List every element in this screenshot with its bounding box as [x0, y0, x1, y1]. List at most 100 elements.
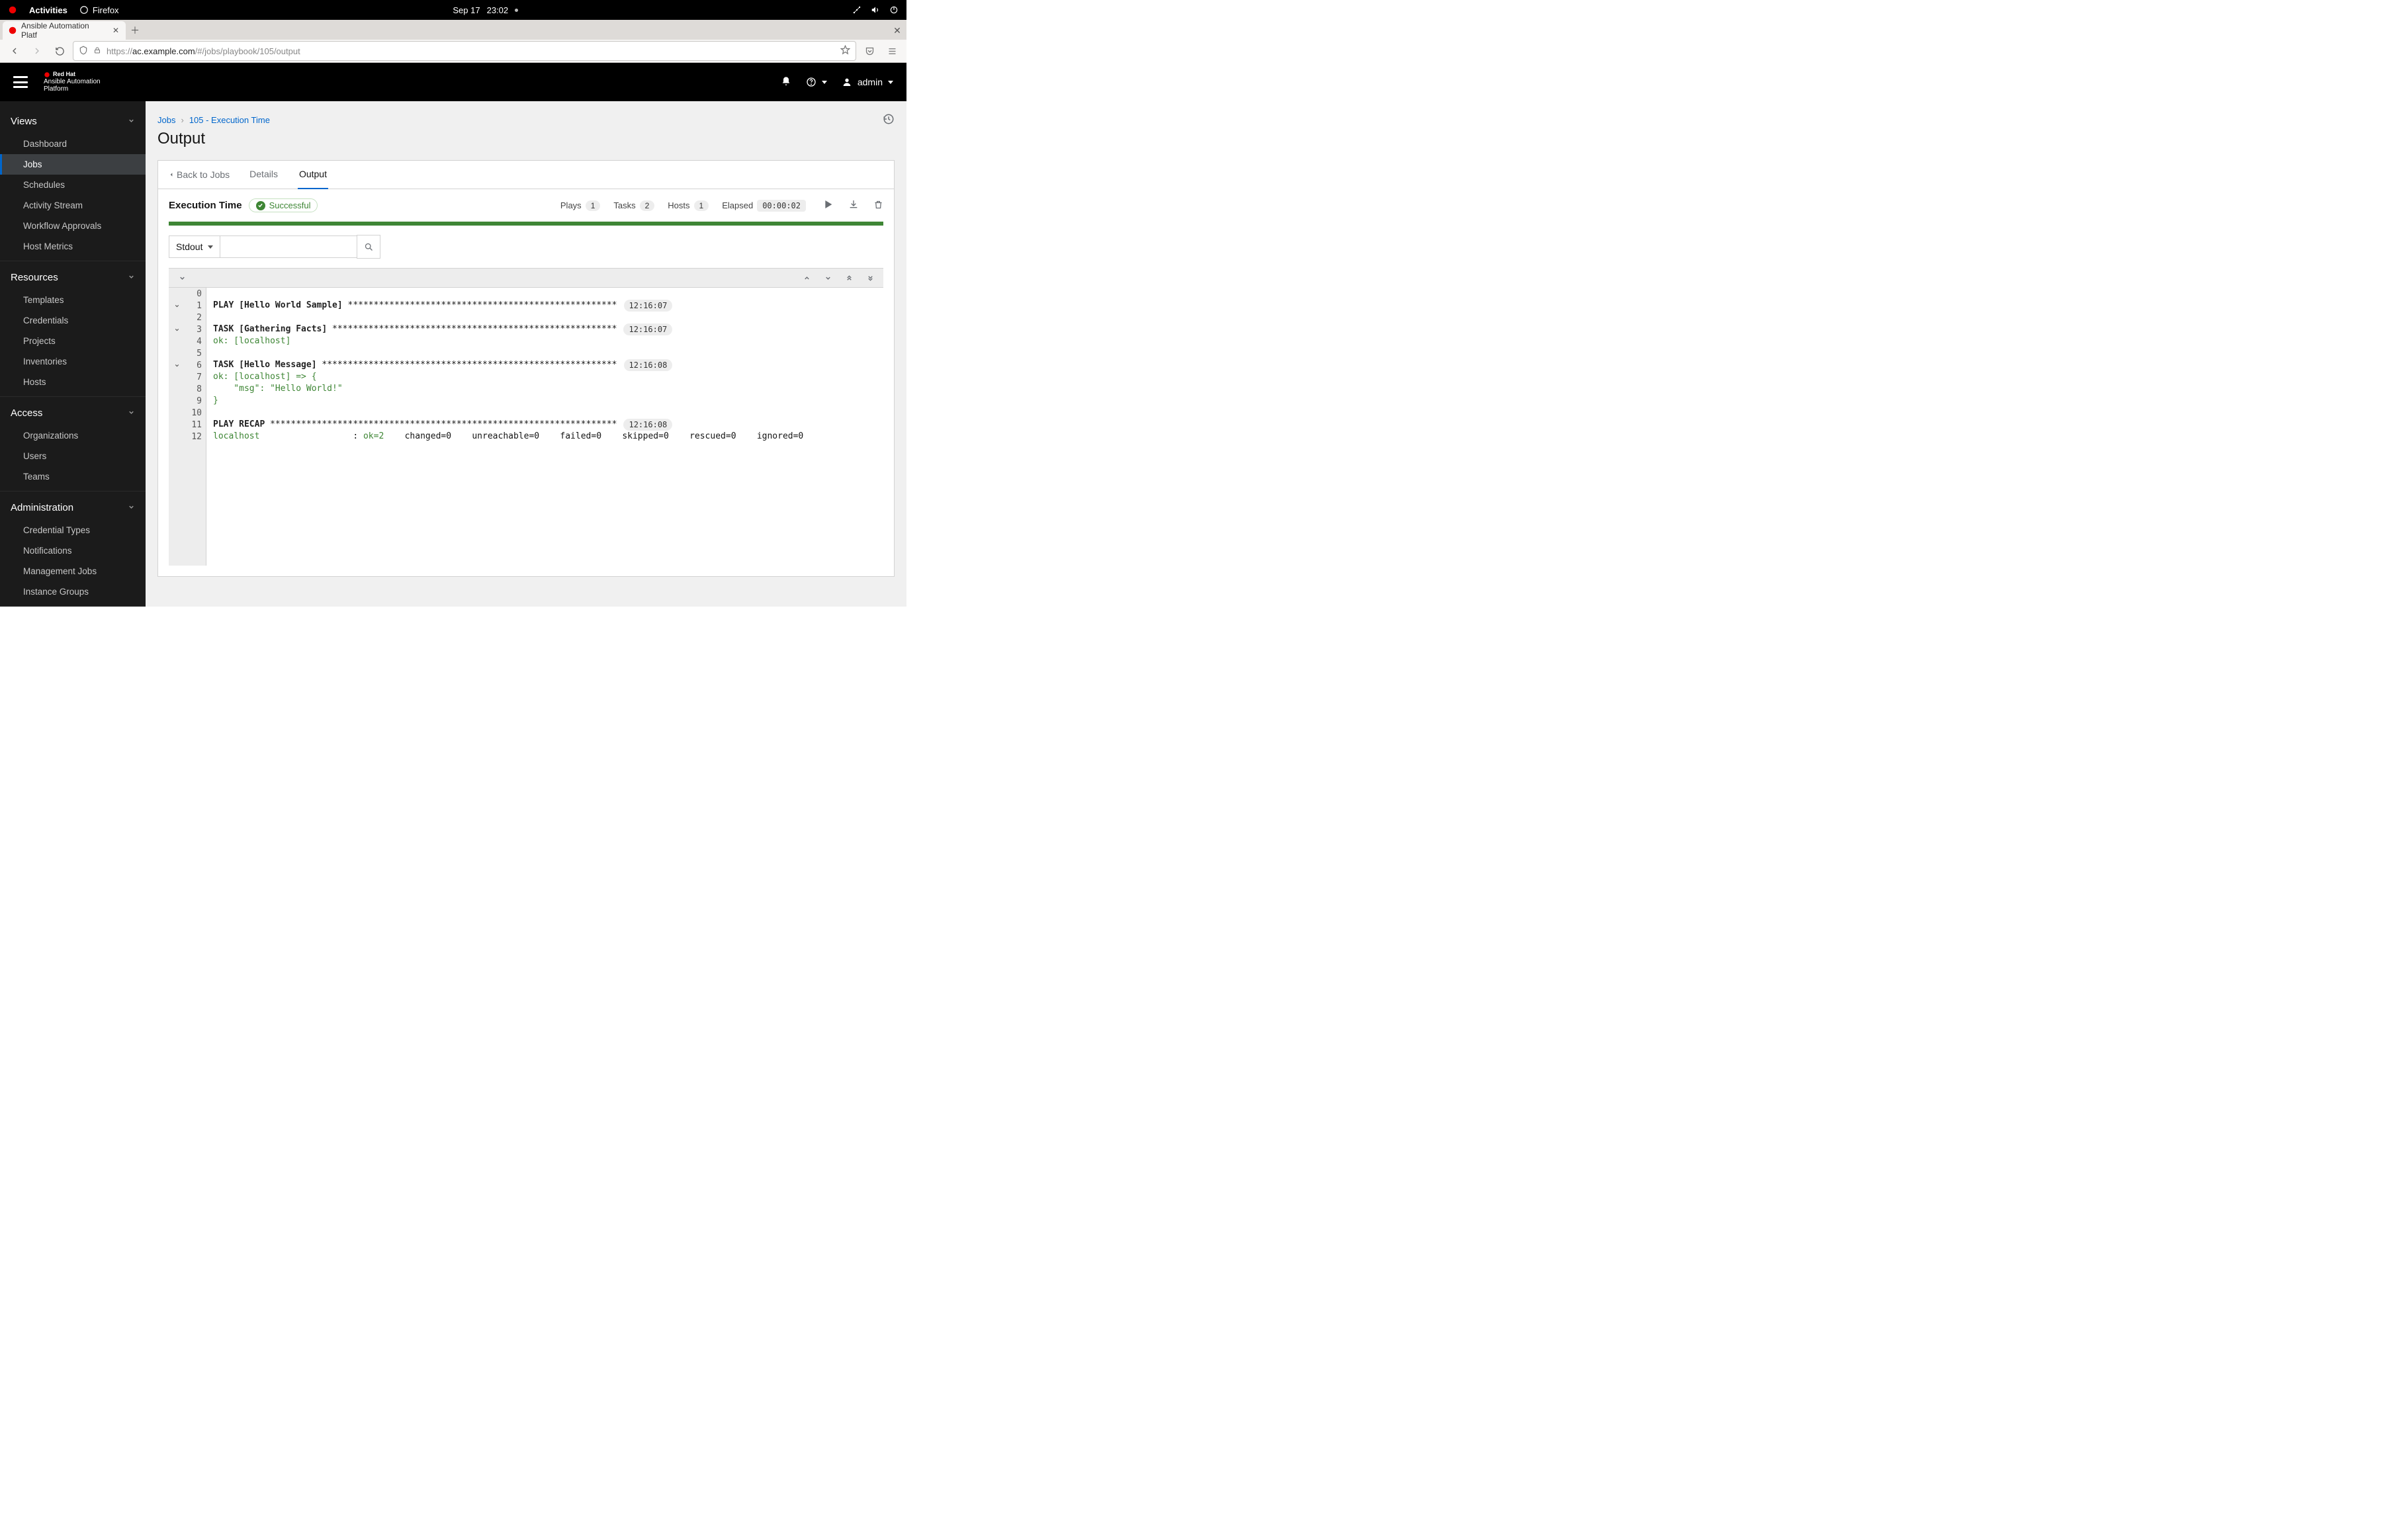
chevron-down-icon [128, 272, 135, 283]
scroll-down-button[interactable] [821, 271, 834, 284]
back-to-jobs-link[interactable]: Back to Jobs [169, 169, 230, 180]
scroll-bottom-button[interactable] [863, 271, 877, 284]
gnome-date[interactable]: Sep 17 [453, 5, 480, 15]
history-icon[interactable] [883, 113, 895, 127]
relaunch-button[interactable] [823, 199, 834, 212]
search-button[interactable] [357, 235, 380, 259]
card-tabs: Back to Jobs Details Output [158, 161, 894, 189]
browser-menu-button[interactable] [883, 42, 901, 60]
pocket-icon[interactable] [860, 42, 879, 60]
job-name: Execution Time [169, 200, 242, 211]
console-line: PLAY RECAP *****************************… [213, 419, 877, 431]
line-toggle-icon[interactable] [169, 363, 185, 368]
current-app[interactable]: Firefox [79, 5, 119, 15]
console-line [213, 288, 877, 300]
stat-tasks: Tasks2 [613, 200, 654, 211]
network-icon[interactable] [852, 5, 861, 15]
user-menu[interactable]: admin [842, 77, 893, 87]
nav-back-button[interactable] [5, 42, 24, 60]
sidebar-item-schedules[interactable]: Schedules [0, 175, 146, 195]
bookmark-star-icon[interactable] [840, 45, 850, 57]
nav-reload-button[interactable] [50, 42, 69, 60]
scroll-up-button[interactable] [800, 271, 813, 284]
sidebar-item-jobs[interactable]: Jobs [0, 154, 146, 175]
nav-section-resources[interactable]: Resources [0, 265, 146, 290]
nav-forward-button[interactable] [28, 42, 46, 60]
notifications-icon[interactable] [781, 76, 791, 89]
power-icon[interactable] [889, 5, 899, 15]
sidebar-item-users[interactable]: Users [0, 446, 146, 466]
browser-tab-active[interactable]: Ansible Automation Platf ✕ [3, 21, 126, 40]
sidebar-item-management-jobs[interactable]: Management Jobs [0, 561, 146, 581]
help-menu[interactable] [806, 77, 827, 87]
caret-left-icon [169, 171, 174, 178]
line-toggle-icon[interactable] [169, 303, 185, 309]
sidebar-item-hosts[interactable]: Hosts [0, 372, 146, 392]
app-top-bar: Red Hat Ansible Automation Platform admi… [0, 63, 906, 101]
url-bar[interactable]: https://ac.example.com/#/jobs/playbook/1… [73, 41, 856, 61]
window-close-button[interactable]: ✕ [888, 21, 906, 40]
page-title: Output [157, 130, 895, 148]
console-line: ok: [localhost] => { [213, 371, 877, 383]
sidebar-item-credential-types[interactable]: Credential Types [0, 520, 146, 540]
output-search-input[interactable] [220, 235, 357, 258]
sidebar: ViewsDashboardJobsSchedulesActivity Stre… [0, 101, 146, 607]
sidebar-item-teams[interactable]: Teams [0, 466, 146, 487]
console-line: TASK [Hello Message] *******************… [213, 359, 877, 371]
chevron-down-icon [128, 116, 135, 127]
brand-logo[interactable]: Red Hat Ansible Automation Platform [44, 71, 101, 93]
new-tab-button[interactable]: ＋ [126, 21, 144, 40]
line-number: 9 [185, 396, 206, 406]
sidebar-item-templates[interactable]: Templates [0, 290, 146, 310]
volume-icon[interactable] [871, 5, 880, 15]
sidebar-item-projects[interactable]: Projects [0, 331, 146, 351]
status-row: Execution Time Successful Plays1 Tasks2 … [158, 189, 894, 218]
line-number: 2 [185, 313, 206, 323]
line-number: 11 [185, 420, 206, 430]
tab-close-button[interactable]: ✕ [111, 26, 120, 35]
sidebar-item-workflow-approvals[interactable]: Workflow Approvals [0, 216, 146, 236]
console-line [213, 407, 877, 419]
console-line: ok: [localhost] [213, 335, 877, 347]
sidebar-item-host-metrics[interactable]: Host Metrics [0, 236, 146, 257]
help-icon [806, 77, 816, 87]
collapse-all-button[interactable] [175, 271, 189, 284]
nav-section-access[interactable]: Access [0, 401, 146, 425]
firefox-icon [79, 5, 89, 15]
tab-output[interactable]: Output [298, 160, 328, 189]
sidebar-item-credentials[interactable]: Credentials [0, 310, 146, 331]
sidebar-item-organizations[interactable]: Organizations [0, 425, 146, 446]
output-mode-dropdown[interactable]: Stdout [169, 235, 220, 258]
line-number: 3 [185, 325, 206, 335]
sidebar-item-activity-stream[interactable]: Activity Stream [0, 195, 146, 216]
breadcrumb-job[interactable]: 105 - Execution Time [189, 115, 270, 125]
line-toggle-icon[interactable] [169, 327, 185, 333]
chevron-down-icon [128, 407, 135, 419]
nav-section-views[interactable]: Views [0, 109, 146, 134]
download-button[interactable] [848, 199, 859, 212]
sidebar-toggle-button[interactable] [13, 76, 28, 88]
sidebar-item-inventories[interactable]: Inventories [0, 351, 146, 372]
breadcrumb-jobs[interactable]: Jobs [157, 115, 175, 125]
sidebar-item-instance-groups[interactable]: Instance Groups [0, 581, 146, 602]
console-gutter: 0123456789101112 [169, 288, 206, 566]
user-label: admin [858, 77, 883, 87]
activities-button[interactable]: Activities [29, 5, 67, 15]
delete-button[interactable] [873, 200, 883, 212]
line-number: 1 [185, 301, 206, 311]
scroll-top-button[interactable] [842, 271, 856, 284]
tab-title: Ansible Automation Platf [21, 21, 107, 40]
timestamp-pill: 12:16:07 [623, 323, 672, 335]
sidebar-item-notifications[interactable]: Notifications [0, 540, 146, 561]
stat-plays: Plays1 [560, 200, 600, 211]
console-line: PLAY [Hello World Sample] **************… [213, 300, 877, 312]
shield-icon [79, 46, 88, 57]
search-row: Stdout [158, 226, 894, 268]
tab-details[interactable]: Details [248, 160, 279, 189]
gnome-time[interactable]: 23:02 [487, 5, 509, 15]
timestamp-pill: 12:16:08 [624, 359, 673, 371]
nav-section-administration[interactable]: Administration [0, 495, 146, 520]
console-output[interactable]: PLAY [Hello World Sample] **************… [206, 288, 883, 566]
tab-favicon-icon [8, 26, 17, 35]
sidebar-item-dashboard[interactable]: Dashboard [0, 134, 146, 154]
